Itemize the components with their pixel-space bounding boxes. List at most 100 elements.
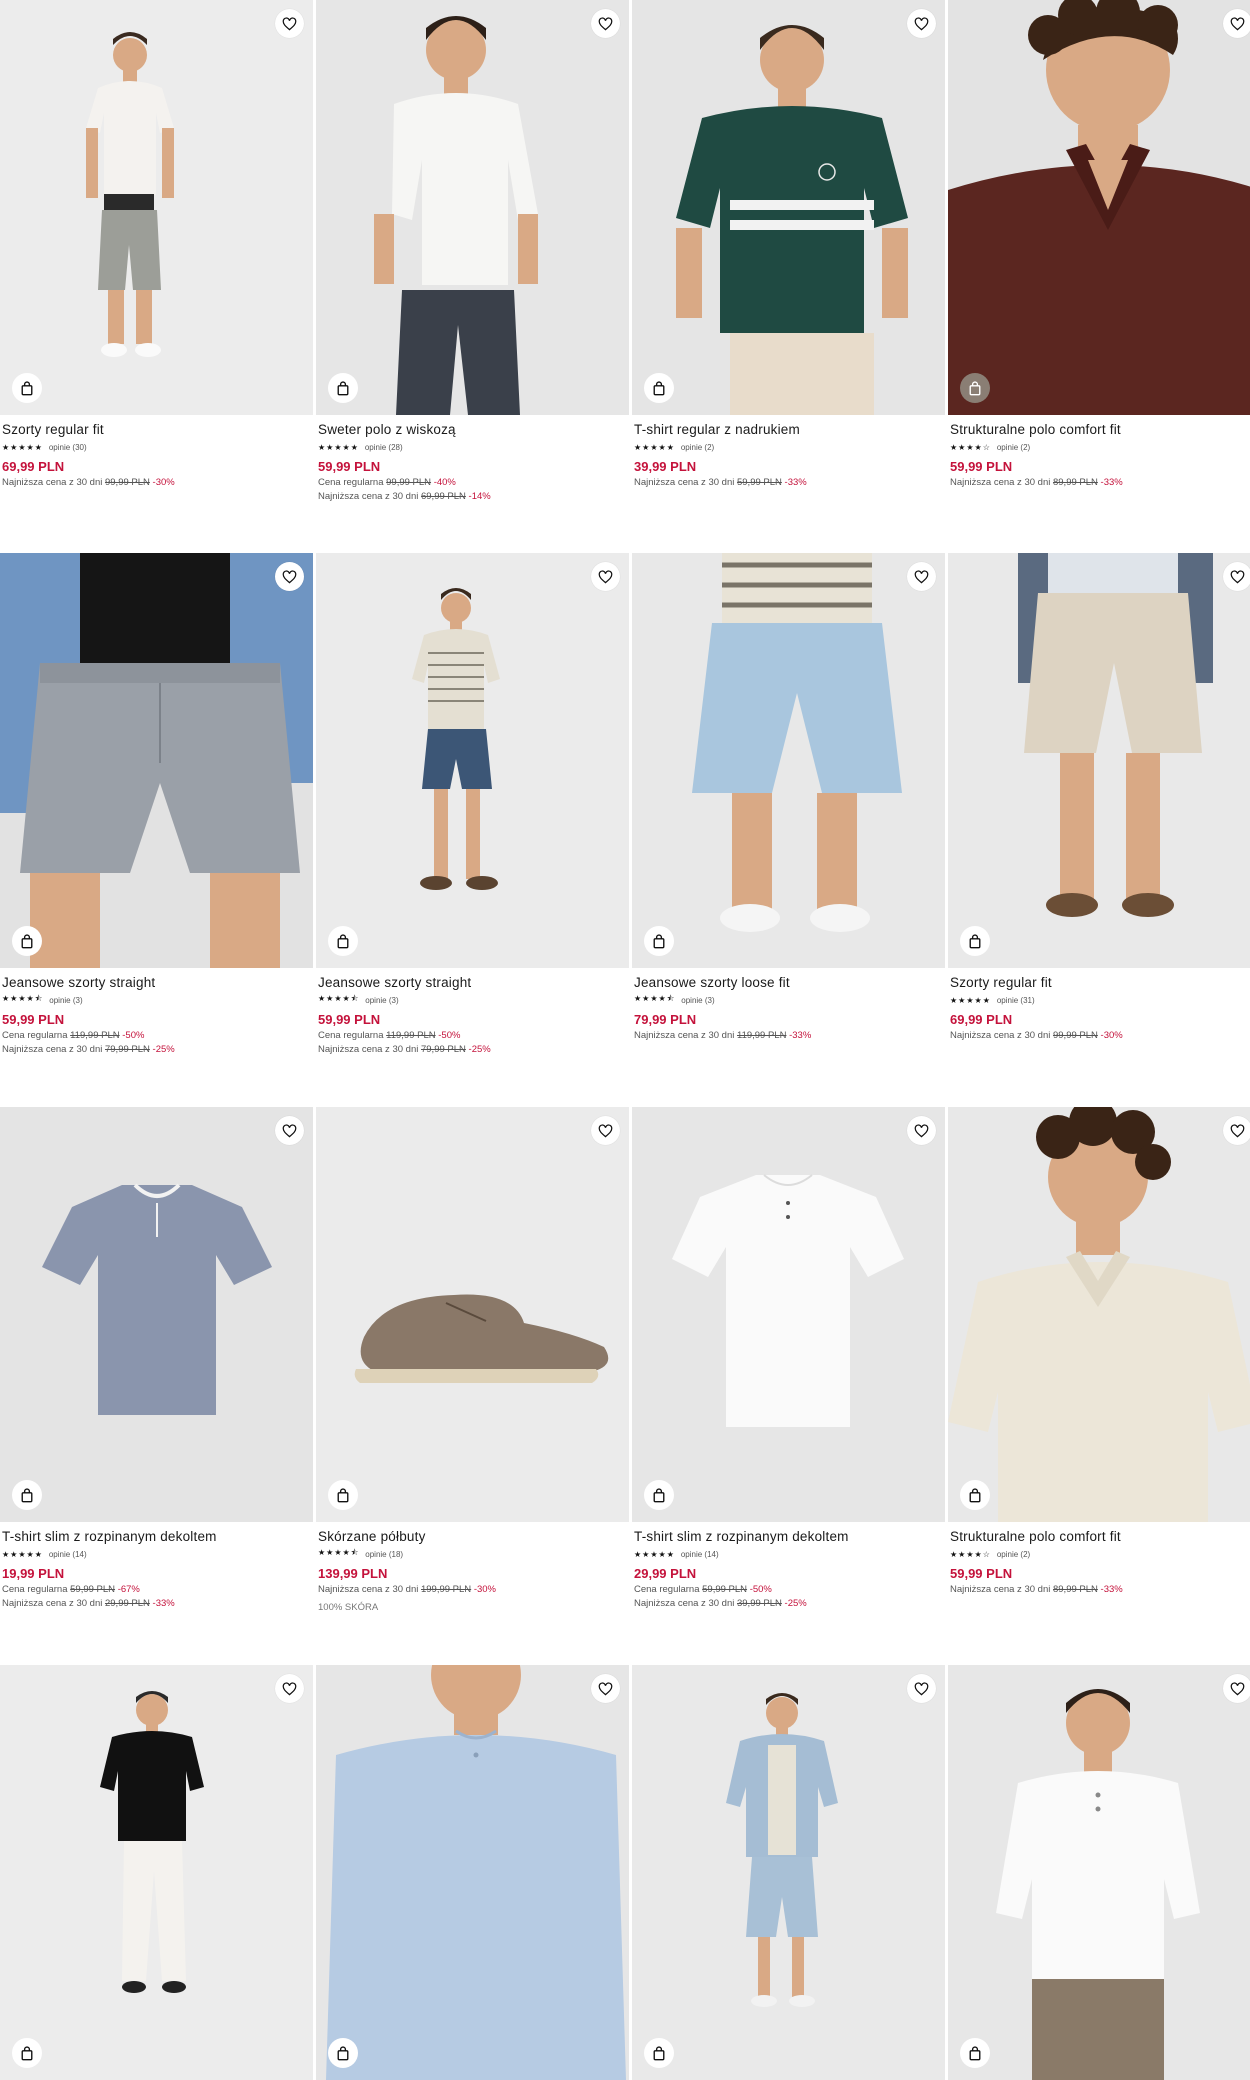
product-image[interactable] — [632, 1107, 945, 1522]
product-photo — [86, 32, 174, 357]
product-card[interactable] — [0, 1665, 313, 2080]
review-count[interactable]: opinie (2) — [997, 1550, 1030, 1559]
favorite-button[interactable] — [1223, 1674, 1250, 1703]
product-name[interactable]: Sweter polo z wiskozą — [318, 421, 627, 439]
favorite-button[interactable] — [591, 1674, 620, 1703]
product-image[interactable] — [0, 553, 313, 968]
add-to-cart-button[interactable] — [12, 926, 42, 956]
product-name[interactable]: Skórzane półbuty — [318, 1528, 627, 1546]
product-image[interactable] — [0, 1665, 313, 2080]
product-name[interactable]: Szorty regular fit — [2, 421, 311, 439]
product-image[interactable] — [948, 553, 1250, 968]
product-name[interactable]: Szorty regular fit — [950, 974, 1250, 992]
product-image[interactable] — [0, 1107, 313, 1522]
favorite-button[interactable] — [907, 9, 936, 38]
add-to-cart-button[interactable] — [644, 1480, 674, 1510]
product-image[interactable] — [316, 1107, 629, 1522]
favorite-button[interactable] — [591, 1116, 620, 1145]
favorite-button[interactable] — [275, 1674, 304, 1703]
product-price: 39,99 PLN — [634, 459, 697, 474]
product-image[interactable] — [948, 0, 1250, 415]
review-count[interactable]: opinie (18) — [365, 1550, 403, 1559]
review-count[interactable]: opinie (2) — [681, 443, 714, 452]
product-image[interactable] — [316, 553, 629, 968]
review-count[interactable]: opinie (28) — [365, 443, 403, 452]
review-count[interactable]: opinie (2) — [997, 443, 1030, 452]
add-to-cart-button[interactable] — [328, 926, 358, 956]
add-to-cart-button[interactable] — [328, 1480, 358, 1510]
favorite-button[interactable] — [1223, 1116, 1250, 1145]
product-image[interactable] — [632, 0, 945, 415]
product-card[interactable]: Sweter polo z wiskozą ★★★★★ opinie (28) … — [316, 0, 629, 504]
add-to-cart-button[interactable] — [644, 2038, 674, 2068]
review-count[interactable]: opinie (14) — [49, 1550, 87, 1559]
add-to-cart-button[interactable] — [644, 373, 674, 403]
product-name[interactable]: Jeansowe szorty loose fit — [634, 974, 943, 992]
product-price: 19,99 PLN — [2, 1566, 65, 1581]
heart-icon — [914, 16, 929, 30]
favorite-button[interactable] — [907, 1674, 936, 1703]
favorite-button[interactable] — [591, 562, 620, 591]
product-card[interactable]: Szorty regular fit ★★★★★ opinie (31) 69,… — [948, 553, 1250, 1043]
product-card[interactable]: Jeansowe szorty straight ★★★★⯪ opinie (3… — [316, 553, 629, 1057]
favorite-button[interactable] — [1223, 562, 1250, 591]
add-to-cart-button[interactable] — [960, 373, 990, 403]
product-card[interactable]: Strukturalne polo comfort fit ★★★★☆ opin… — [948, 0, 1250, 490]
rating-stars: ★★★★☆ — [950, 442, 991, 452]
review-count[interactable]: opinie (3) — [49, 996, 82, 1005]
product-photo — [676, 25, 908, 415]
product-name[interactable]: T-shirt slim z rozpinanym dekoltem — [634, 1528, 943, 1546]
review-count[interactable]: opinie (30) — [49, 443, 87, 452]
product-info: Skórzane półbuty ★★★★⯪ opinie (18) 139,9… — [316, 1522, 629, 1615]
review-count[interactable]: opinie (3) — [365, 996, 398, 1005]
add-to-cart-button[interactable] — [960, 2038, 990, 2068]
product-card[interactable]: T-shirt slim z rozpinanym dekoltem ★★★★★… — [0, 1107, 313, 1611]
product-image[interactable] — [316, 0, 629, 415]
favorite-button[interactable] — [1223, 9, 1250, 38]
product-image[interactable] — [0, 0, 313, 415]
price-info-line: Cena regularna 119,99 PLN -50% — [318, 1030, 461, 1041]
product-card[interactable]: Skórzane półbuty ★★★★⯪ opinie (18) 139,9… — [316, 1107, 629, 1615]
product-card[interactable]: Jeansowe szorty loose fit ★★★★⯪ opinie (… — [632, 553, 945, 1043]
product-card[interactable]: T-shirt regular z nadrukiem ★★★★★ opinie… — [632, 0, 945, 490]
favorite-button[interactable] — [275, 9, 304, 38]
product-name[interactable]: Strukturalne polo comfort fit — [950, 421, 1250, 439]
add-to-cart-button[interactable] — [12, 1480, 42, 1510]
product-card[interactable] — [632, 1665, 945, 2080]
review-count[interactable]: opinie (3) — [681, 996, 714, 1005]
product-name[interactable]: T-shirt regular z nadrukiem — [634, 421, 943, 439]
product-card[interactable] — [948, 1665, 1250, 2080]
product-card[interactable]: T-shirt slim z rozpinanym dekoltem ★★★★★… — [632, 1107, 945, 1611]
product-name[interactable]: Jeansowe szorty straight — [318, 974, 627, 992]
product-name[interactable]: Strukturalne polo comfort fit — [950, 1528, 1250, 1546]
price-info-line: Najniższa cena z 30 dni 39,99 PLN -25% — [634, 1598, 807, 1609]
product-card[interactable]: Szorty regular fit ★★★★★ opinie (30) 69,… — [0, 0, 313, 490]
product-image[interactable] — [948, 1665, 1250, 2080]
add-to-cart-button[interactable] — [328, 2038, 358, 2068]
product-image[interactable] — [316, 1665, 629, 2080]
product-info: Strukturalne polo comfort fit ★★★★☆ opin… — [948, 415, 1250, 490]
product-card[interactable]: Jeansowe szorty straight ★★★★⯪ opinie (3… — [0, 553, 313, 1057]
add-to-cart-button[interactable] — [644, 926, 674, 956]
product-image[interactable] — [632, 553, 945, 968]
product-name[interactable]: Jeansowe szorty straight — [2, 974, 311, 992]
review-count[interactable]: opinie (31) — [997, 996, 1035, 1005]
favorite-button[interactable] — [907, 562, 936, 591]
add-to-cart-button[interactable] — [12, 2038, 42, 2068]
product-image[interactable] — [632, 1665, 945, 2080]
favorite-button[interactable] — [275, 1116, 304, 1145]
product-image[interactable] — [948, 1107, 1250, 1522]
add-to-cart-button[interactable] — [960, 1480, 990, 1510]
add-to-cart-button[interactable] — [328, 373, 358, 403]
favorite-button[interactable] — [907, 1116, 936, 1145]
product-photo — [996, 1689, 1200, 2080]
favorite-button[interactable] — [591, 9, 620, 38]
favorite-button[interactable] — [275, 562, 304, 591]
review-count[interactable]: opinie (14) — [681, 1550, 719, 1559]
product-card[interactable] — [316, 1665, 629, 2080]
rating-stars: ★★★★⯪ — [318, 1548, 360, 1557]
add-to-cart-button[interactable] — [12, 373, 42, 403]
product-name[interactable]: T-shirt slim z rozpinanym dekoltem — [2, 1528, 311, 1546]
product-card[interactable]: Strukturalne polo comfort fit ★★★★☆ opin… — [948, 1107, 1250, 1597]
add-to-cart-button[interactable] — [960, 926, 990, 956]
